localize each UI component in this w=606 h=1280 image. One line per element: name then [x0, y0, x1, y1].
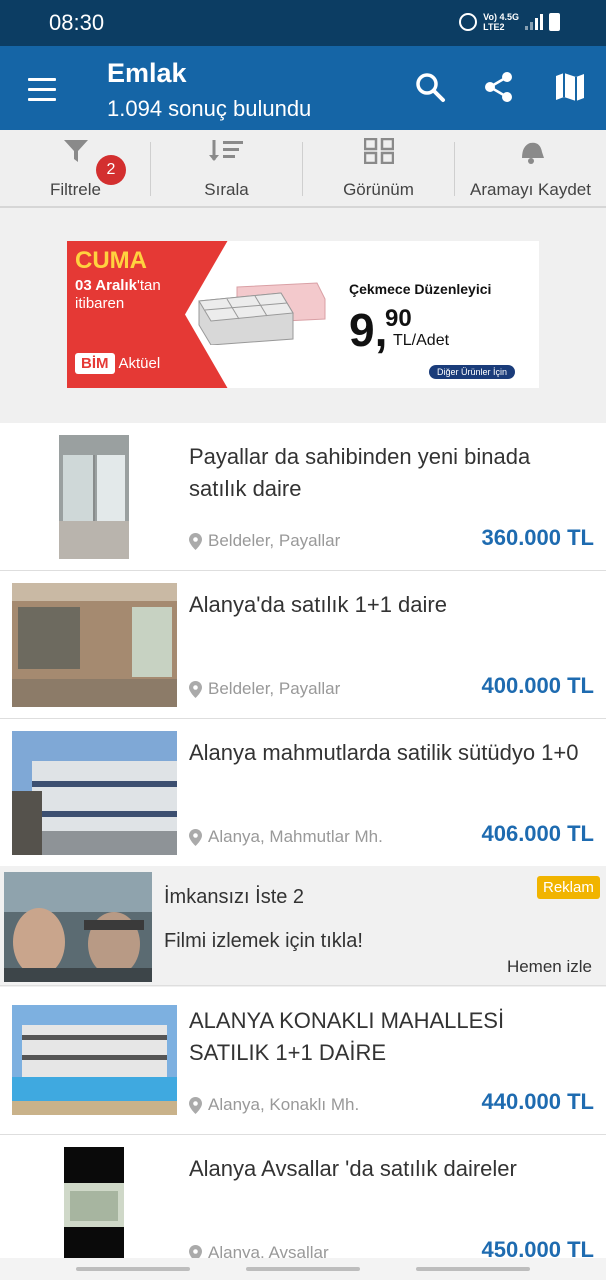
result-count: 1.094 sonuç bulundu: [107, 96, 312, 121]
ad-thumbnail: [4, 872, 152, 982]
listing-photo: [59, 435, 129, 559]
nav-handle-right[interactable]: [416, 1267, 530, 1271]
filter-icon: [63, 140, 88, 162]
save-search-label: Aramayı Kaydet: [470, 180, 591, 199]
listing-item[interactable]: Alanya'da satılık 1+1 daire Beldeler, Pa…: [0, 571, 606, 719]
ad-title: İmkansızı İste 2: [164, 886, 305, 908]
listing-location: Beldeler, Payallar: [189, 679, 340, 699]
drawer-organizer-image: [198, 282, 326, 345]
page-title: Emlak: [107, 58, 187, 88]
bim-logo-mark: BİM: [75, 353, 115, 374]
save-search-button[interactable]: Aramayı Kaydet: [455, 130, 606, 206]
search-icon[interactable]: [413, 70, 447, 104]
sort-button[interactable]: Sırala: [151, 130, 302, 206]
listing-location-text: Alanya, Mahmutlar Mh.: [208, 827, 383, 846]
listing-location: Alanya, Mahmutlar Mh.: [189, 827, 383, 847]
network-bottom-label: LTE2: [483, 22, 505, 32]
banner-day: CUMA: [75, 247, 147, 274]
banner-price-integer: 9,: [349, 304, 388, 356]
location-pin-icon: [189, 680, 202, 698]
ad-subtitle: Filmi izlemek için tıkla!: [164, 930, 363, 952]
listing-title: ALANYA KONAKLI MAHALLESİ SATILIK 1+1 DAİ…: [189, 1008, 505, 1065]
listing-location-text: Beldeler, Payallar: [208, 679, 341, 698]
view-label: Görünüm: [343, 180, 414, 199]
listing-location-text: Alanya, Avsallar: [208, 1243, 329, 1258]
listing-location: Alanya, Avsallar: [189, 1243, 329, 1258]
filter-button[interactable]: 2 Filtrele: [0, 130, 151, 206]
status-icons: Vo) 4.5G LTE2: [459, 12, 560, 32]
banner-date-line2: itibaren: [75, 295, 125, 312]
location-pin-icon: [189, 532, 202, 550]
alarm-icon: [459, 13, 478, 31]
listing-location: Beldeler, Payallar: [189, 531, 340, 551]
app-bar: Emlak 1.094 sonuç bulundu: [0, 46, 606, 130]
grid-icon: [363, 138, 394, 164]
toolbar: 2 Filtrele Sırala Görünüm Aramayı Kaydet: [0, 130, 606, 208]
listing-photo: [64, 1147, 124, 1258]
ad-cta-link[interactable]: Hemen izle: [507, 957, 592, 977]
location-pin-icon: [189, 1244, 202, 1258]
listing-location-text: Beldeler, Payallar: [208, 531, 341, 550]
banner-area: CUMA 03 Aralık'tan itibaren BİM Aktüel Ç…: [0, 208, 606, 423]
system-nav-bar: [0, 1258, 606, 1280]
listing-item[interactable]: ALANYA KONAKLI MAHALLESİ SATILIK 1+1 DAİ…: [0, 987, 606, 1135]
listing-price: 360.000 TL: [481, 525, 594, 550]
network-top-label: Vo) 4.5G: [483, 12, 519, 22]
filter-label: Filtrele: [49, 180, 101, 199]
bim-logo: BİM Aktüel: [75, 353, 160, 374]
banner-date-bold: 03 Aralık: [75, 277, 137, 294]
listing-photo: [12, 731, 177, 855]
listing-price: 406.000 TL: [481, 821, 594, 846]
listing-location-text: Alanya, Konaklı Mh.: [208, 1095, 360, 1114]
nav-handle-center[interactable]: [246, 1267, 360, 1271]
video-ad[interactable]: İmkansızı İste 2 Filmi izlemek için tıkl…: [0, 866, 606, 986]
banner-date: 03 Aralık'tan itibaren: [75, 277, 161, 313]
banner-price-unit: TL/Adet: [393, 332, 450, 349]
status-bar: 08:30 Vo) 4.5G LTE2: [0, 0, 606, 46]
signal-icon: [525, 14, 543, 30]
map-icon[interactable]: [553, 70, 587, 104]
banner-date-rest: 'tan: [137, 277, 161, 294]
listing-title: Alanya mahmutlarda satilik sütüdyo 1+0: [189, 740, 579, 765]
promo-banner[interactable]: CUMA 03 Aralık'tan itibaren BİM Aktüel Ç…: [67, 241, 539, 388]
battery-icon: [549, 13, 560, 31]
view-button[interactable]: Görünüm: [303, 130, 454, 206]
bim-logo-suffix: Aktüel: [118, 355, 161, 372]
listing-price: 400.000 TL: [481, 673, 594, 698]
listing-title: Alanya'da satılık 1+1 daire: [189, 592, 447, 617]
sort-icon: [208, 140, 243, 161]
listing-title: Alanya Avsallar 'da satılık daireler: [189, 1156, 517, 1181]
menu-icon[interactable]: [28, 78, 56, 102]
status-time: 08:30: [49, 10, 105, 35]
listing-item[interactable]: Alanya Avsallar 'da satılık daireler Ala…: [0, 1135, 606, 1258]
listing-title: Payallar da sahibinden yeni binada satıl…: [189, 444, 531, 501]
listing-item[interactable]: Payallar da sahibinden yeni binada satıl…: [0, 423, 606, 571]
listing-price: 450.000 TL: [481, 1237, 594, 1258]
bell-icon: [521, 142, 544, 164]
listing-photo: [12, 1005, 177, 1115]
banner-price-decimal: 90: [385, 305, 412, 332]
listing-location: Alanya, Konaklı Mh.: [189, 1095, 359, 1115]
listing-price: 440.000 TL: [481, 1089, 594, 1114]
banner-product-title: Çekmece Düzenleyici: [349, 281, 492, 297]
banner-more-button[interactable]: Diğer Ürünler İçin: [429, 365, 516, 379]
listing-photo: [12, 583, 177, 707]
location-pin-icon: [189, 1096, 202, 1114]
listing-item[interactable]: Alanya mahmutlarda satilik sütüdyo 1+0 A…: [0, 719, 606, 867]
location-pin-icon: [189, 828, 202, 846]
nav-handle-left[interactable]: [76, 1267, 190, 1271]
sort-label: Sırala: [204, 180, 249, 199]
ad-badge: Reklam: [537, 876, 600, 899]
network-indicator: Vo) 4.5G LTE2: [483, 12, 519, 32]
share-icon[interactable]: [482, 70, 516, 104]
